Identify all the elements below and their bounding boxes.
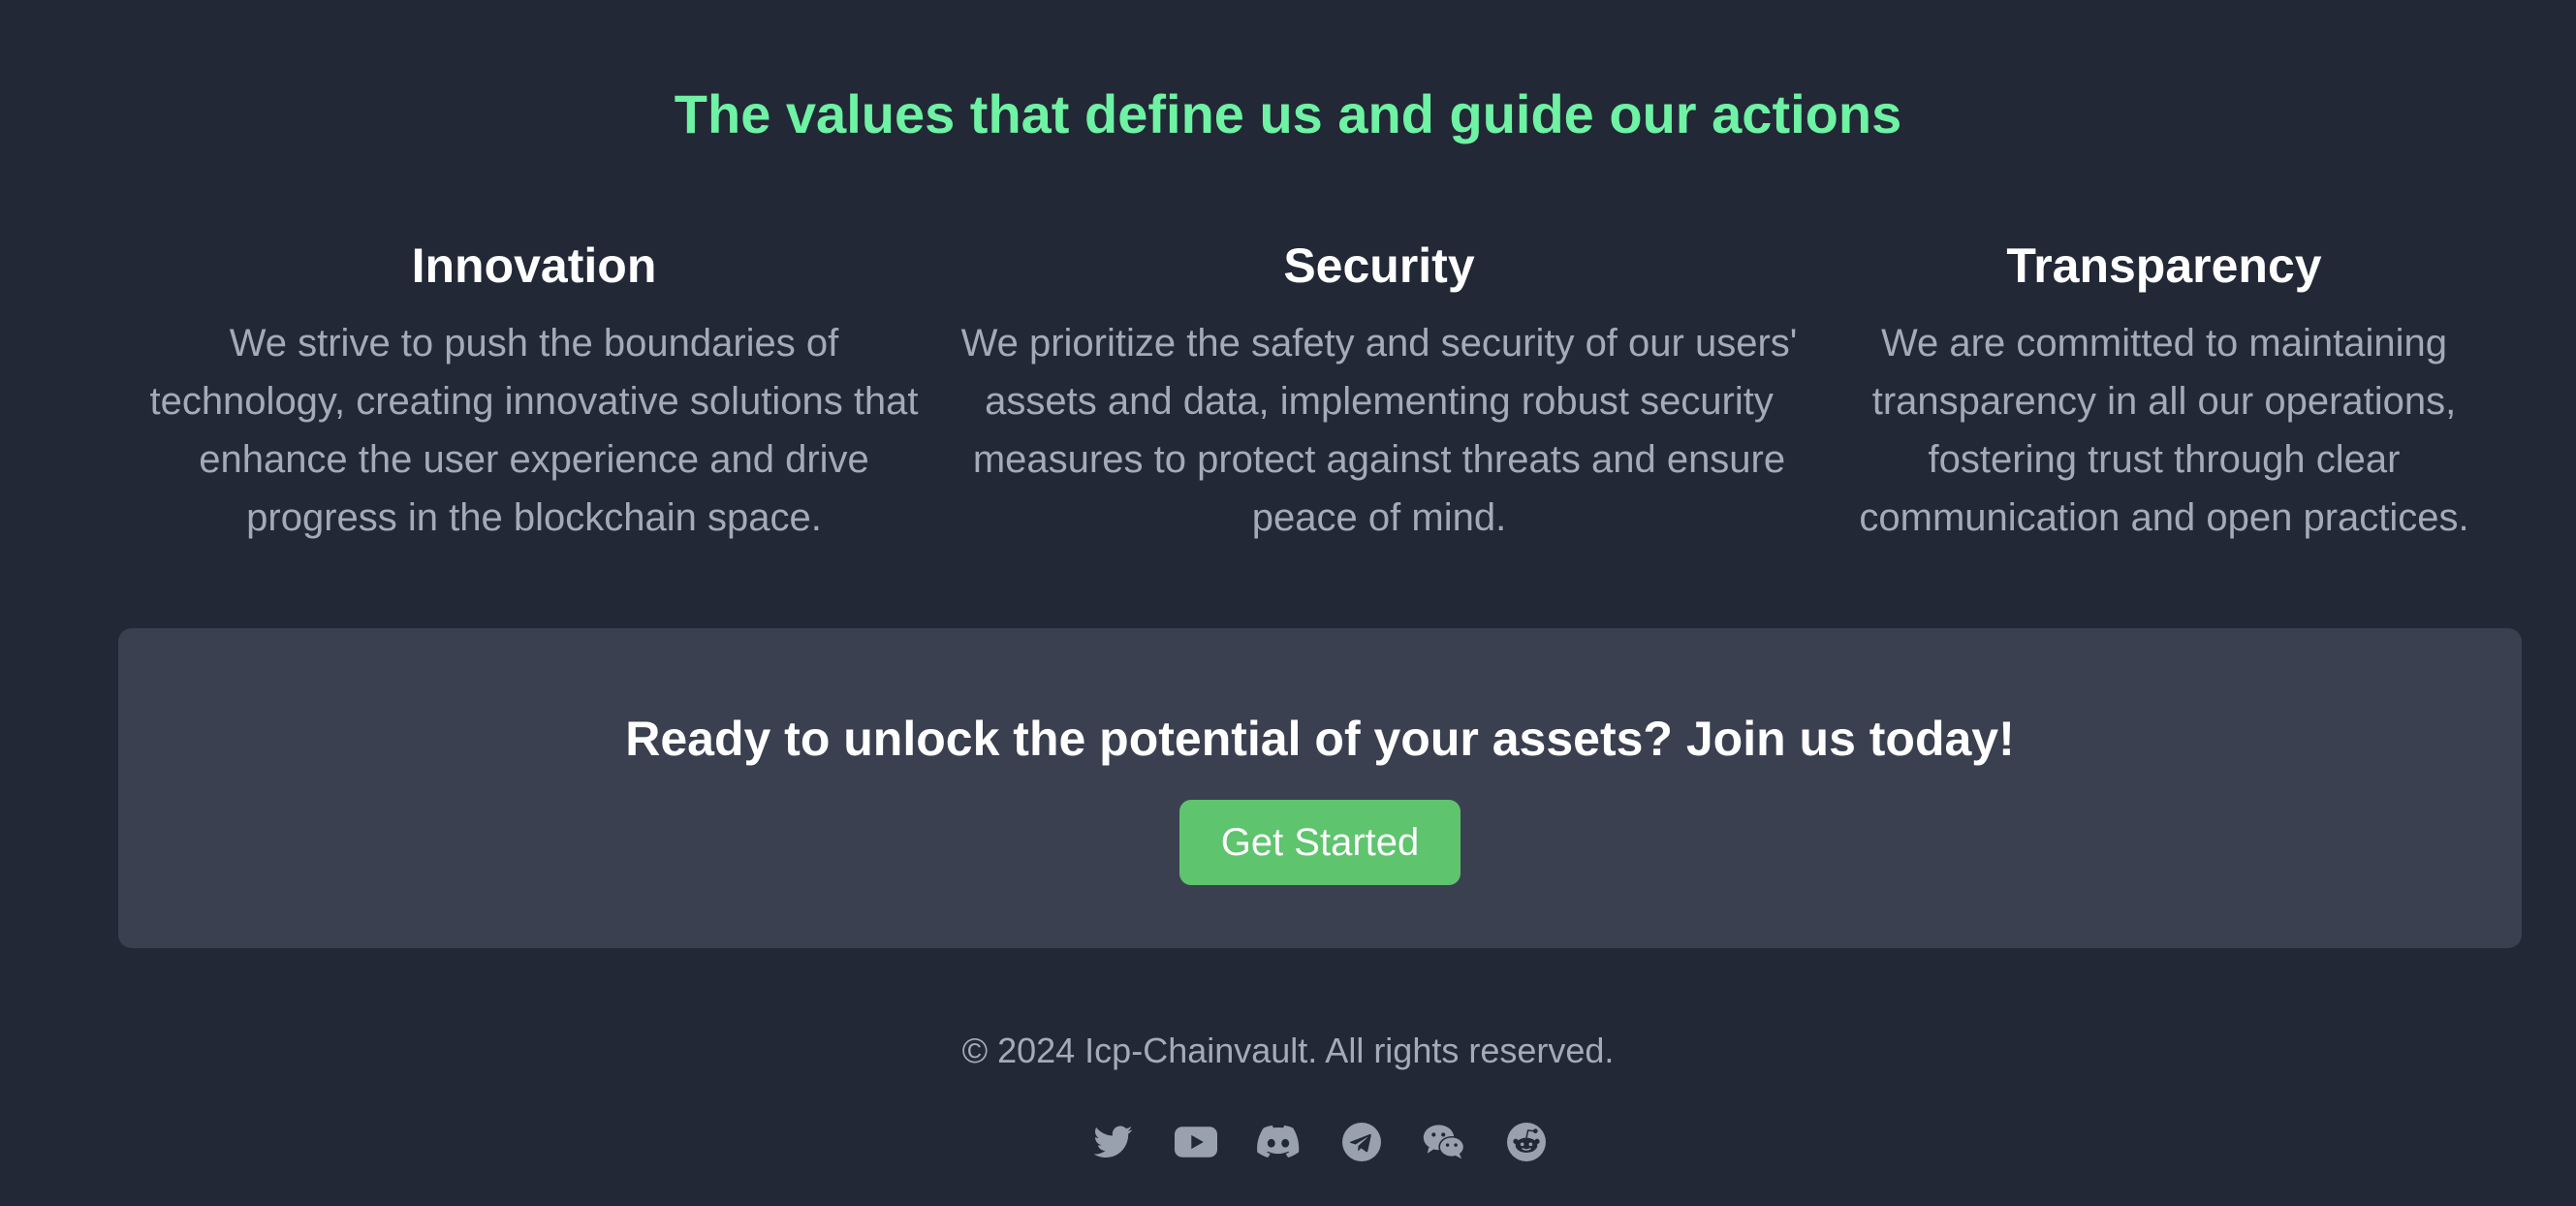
value-heading: Transparency: [2006, 238, 2322, 293]
cta-heading: Ready to unlock the potential of your as…: [625, 712, 2015, 766]
page: The values that define us and guide our …: [0, 0, 2576, 1206]
get-started-button[interactable]: Get Started: [1179, 800, 1461, 885]
value-description: We are committed to maintaining transpar…: [1859, 322, 2469, 539]
twitter-icon[interactable]: [1092, 1121, 1135, 1163]
value-description: We prioritize the safety and security of…: [960, 322, 1798, 539]
value-card-transparency: Transparency We are committed to maintai…: [1849, 231, 2479, 547]
copyright-text: © 2024 Icp-Chainvault. All rights reserv…: [961, 1031, 1615, 1070]
value-heading: Security: [1283, 238, 1475, 293]
value-heading: Innovation: [411, 238, 657, 293]
discord-icon[interactable]: [1257, 1121, 1300, 1163]
cta-panel: Ready to unlock the potential of your as…: [118, 628, 2522, 948]
values-section-title: The values that define us and guide our …: [674, 83, 1902, 144]
telegram-icon[interactable]: [1340, 1121, 1383, 1163]
value-card-innovation: Innovation We strive to push the boundar…: [136, 231, 932, 547]
youtube-icon[interactable]: [1175, 1121, 1218, 1163]
social-links: [1092, 1121, 1548, 1163]
wechat-icon[interactable]: [1423, 1121, 1465, 1163]
value-card-security: Security We prioritize the safety and se…: [950, 231, 1808, 547]
reddit-icon[interactable]: [1505, 1121, 1548, 1163]
value-description: We strive to push the boundaries of tech…: [149, 322, 919, 539]
